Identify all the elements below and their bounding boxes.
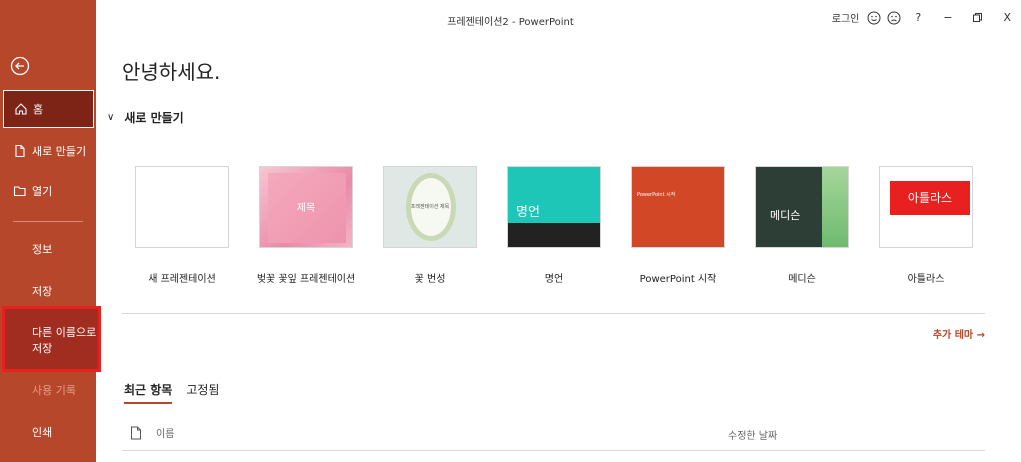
file-icon (131, 426, 141, 439)
column-header-name-label: 이름 (156, 429, 175, 440)
new-document-icon (15, 144, 25, 158)
chevron-down-icon: ∨ (107, 112, 115, 123)
recent-tabs: 최근 항목 고정됨 (124, 381, 233, 404)
template-quote[interactable]: 명언 명언 (507, 166, 601, 285)
section-divider (122, 313, 985, 314)
thumbnail-title: 메디슨 (770, 209, 801, 222)
column-header-name[interactable]: 이름 (130, 425, 174, 440)
template-thumbnail: PowerPoint 시작 (631, 166, 725, 248)
more-themes-link[interactable]: 추가 테마 → (933, 326, 985, 341)
template-thumbnail: 명언 (507, 166, 601, 248)
sidebar-item-label: 새로 만들기 (32, 145, 87, 158)
thumbnail-title: 프레젠테이션 제목 (410, 204, 450, 210)
template-blank[interactable]: 새 프레젠테이션 (135, 166, 229, 285)
frown-feedback-icon[interactable] (887, 11, 901, 25)
template-label: 아틀라스 (907, 274, 945, 285)
sidebar-item-info[interactable]: 정보 (0, 241, 96, 257)
sidebar-item-label: 홈 (33, 103, 44, 116)
template-atlas[interactable]: 아틀라스 아틀라스 (879, 166, 973, 285)
template-flower[interactable]: 프레젠테이션 제목 꽃 번성 (383, 166, 477, 285)
thumbnail-title: 아틀라스 (907, 191, 953, 205)
tab-recent[interactable]: 최근 항목 (124, 381, 173, 404)
restore-icon[interactable] (972, 12, 983, 23)
backstage-sidebar: 홈 새로 만들기 열기 정보 저장 다른 이름으로 저장 사용 기록 인쇄 (0, 0, 101, 462)
folder-icon (13, 186, 26, 197)
sidebar-item-save[interactable]: 저장 (0, 283, 96, 299)
login-link[interactable]: 로그인 (832, 10, 860, 25)
sidebar-item-open[interactable]: 열기 (0, 178, 96, 204)
template-thumbnail: 아틀라스 (879, 166, 973, 248)
greeting-heading: 안녕하세요. (122, 60, 221, 84)
minimize-button[interactable]: − (943, 11, 952, 24)
template-thumbnail: 제목 (259, 166, 353, 248)
sidebar-item-history[interactable]: 사용 기록 (0, 382, 96, 398)
sidebar-item-new[interactable]: 새로 만들기 (0, 138, 96, 164)
header-divider (122, 450, 985, 451)
template-thumbnail: 메디슨 (755, 166, 849, 248)
column-header-modified-date[interactable]: 수정한 날짜 (728, 427, 777, 442)
back-arrow-icon[interactable] (9, 55, 31, 77)
thumbnail-title: 제목 (296, 203, 316, 214)
new-section-title: 새로 만들기 (124, 111, 184, 125)
sidebar-item-label: 열기 (32, 185, 53, 198)
sidebar-divider (13, 221, 83, 222)
sidebar-item-print[interactable]: 인쇄 (0, 424, 96, 440)
window-controls: 로그인 ? − X (832, 10, 1011, 25)
sidebar-item-home[interactable]: 홈 (3, 90, 94, 128)
tab-pinned[interactable]: 고정됨 (186, 381, 219, 404)
smiley-feedback-icon[interactable] (867, 11, 881, 25)
template-medici[interactable]: 메디슨 메디슨 (755, 166, 849, 285)
help-button[interactable]: ? (915, 11, 921, 24)
new-section-header[interactable]: ∨ 새로 만들기 (107, 109, 184, 126)
template-thumbnail (135, 166, 229, 248)
home-icon (15, 103, 27, 115)
close-button[interactable]: X (1003, 11, 1011, 24)
template-powerpoint-start[interactable]: PowerPoint 시작 PowerPoint 시작 (631, 166, 725, 285)
thumbnail-title: 명언 (516, 205, 540, 220)
thumbnail-title: PowerPoint 시작 (637, 192, 676, 198)
template-cherry-blossom[interactable]: 제목 벚꽃 꽃잎 프레젠테이션 (257, 166, 355, 285)
template-thumbnail: 프레젠테이션 제목 (383, 166, 477, 248)
sidebar-item-save-as[interactable]: 다른 이름으로 저장 (2, 306, 101, 372)
